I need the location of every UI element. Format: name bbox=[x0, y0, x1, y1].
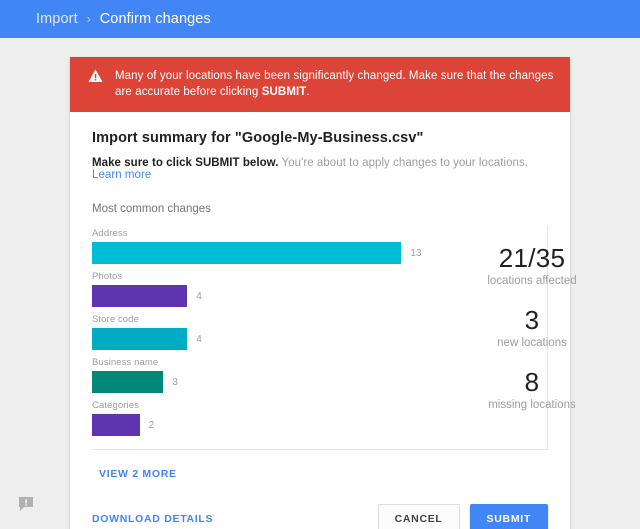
footer-actions: CANCEL SUBMIT bbox=[377, 504, 548, 529]
page-title: Import summary for "Google-My-Business.c… bbox=[92, 130, 424, 146]
stat-caption: locations affected bbox=[487, 275, 577, 287]
stat-block: 21/35 locations affected bbox=[434, 243, 630, 287]
chart-bar-value: 4 bbox=[196, 290, 202, 302]
subtitle-rest: You're about to apply changes to your lo… bbox=[278, 157, 529, 169]
warning-banner-text: Many of your locations have been signifi… bbox=[115, 68, 554, 100]
stat-value: 3 bbox=[524, 305, 540, 335]
feedback-alert-icon[interactable] bbox=[18, 496, 37, 513]
card-footer: DOWNLOAD DETAILS CANCEL SUBMIT bbox=[70, 482, 570, 529]
chart-bar-value: 13 bbox=[410, 247, 422, 259]
download-details-link[interactable]: DOWNLOAD DETAILS bbox=[92, 513, 213, 525]
chart-bar-value: 3 bbox=[172, 376, 178, 388]
chart-section-label: Most common changes bbox=[92, 203, 211, 215]
summary-subtitle: Make sure to click SUBMIT below. You're … bbox=[92, 157, 548, 181]
subtitle-bold: Make sure to click SUBMIT below. bbox=[92, 157, 279, 169]
warning-text-part2: . bbox=[306, 86, 310, 98]
chart-bar[interactable] bbox=[92, 414, 140, 436]
chart-bar[interactable] bbox=[92, 242, 402, 264]
chart-bar-value: 2 bbox=[148, 419, 155, 431]
app-root: Import › Confirm changes Many of your lo… bbox=[0, 0, 640, 529]
chart-bar-value: 4 bbox=[196, 333, 202, 345]
stat-value: 8 bbox=[524, 367, 540, 397]
stat-caption: missing locations bbox=[488, 399, 576, 411]
stat-block: 3 new locations bbox=[434, 305, 630, 349]
view-more-link[interactable]: VIEW 2 MORE bbox=[99, 468, 177, 480]
stat-value: 21/35 bbox=[498, 243, 566, 273]
submit-button[interactable]: SUBMIT bbox=[469, 504, 548, 529]
warning-text-submit: SUBMIT bbox=[261, 86, 307, 98]
cancel-button[interactable]: CANCEL bbox=[377, 504, 460, 529]
page-background: Many of your locations have been signifi… bbox=[0, 38, 640, 529]
learn-more-link[interactable]: Learn more bbox=[92, 169, 151, 181]
warning-text-part1: Many of your locations have been signifi… bbox=[115, 70, 554, 98]
chart-bar[interactable] bbox=[92, 371, 164, 393]
breadcrumb-import[interactable]: Import bbox=[36, 11, 78, 27]
warning-triangle-icon bbox=[88, 69, 103, 88]
stat-block: 8 missing locations bbox=[434, 367, 630, 411]
warning-banner: Many of your locations have been signifi… bbox=[70, 57, 570, 112]
top-app-bar: Import › Confirm changes bbox=[0, 0, 640, 38]
chart-bar[interactable] bbox=[92, 328, 188, 350]
chart-bar-label: Address bbox=[92, 228, 128, 239]
stats-column: 21/35 locations affected 3 new locations 8 mi… bbox=[434, 243, 630, 429]
breadcrumb-confirm-changes[interactable]: Confirm changes bbox=[100, 11, 211, 27]
stat-caption: new locations bbox=[497, 337, 567, 349]
chart-bar[interactable] bbox=[92, 285, 188, 307]
breadcrumb-separator-icon: › bbox=[86, 12, 91, 26]
